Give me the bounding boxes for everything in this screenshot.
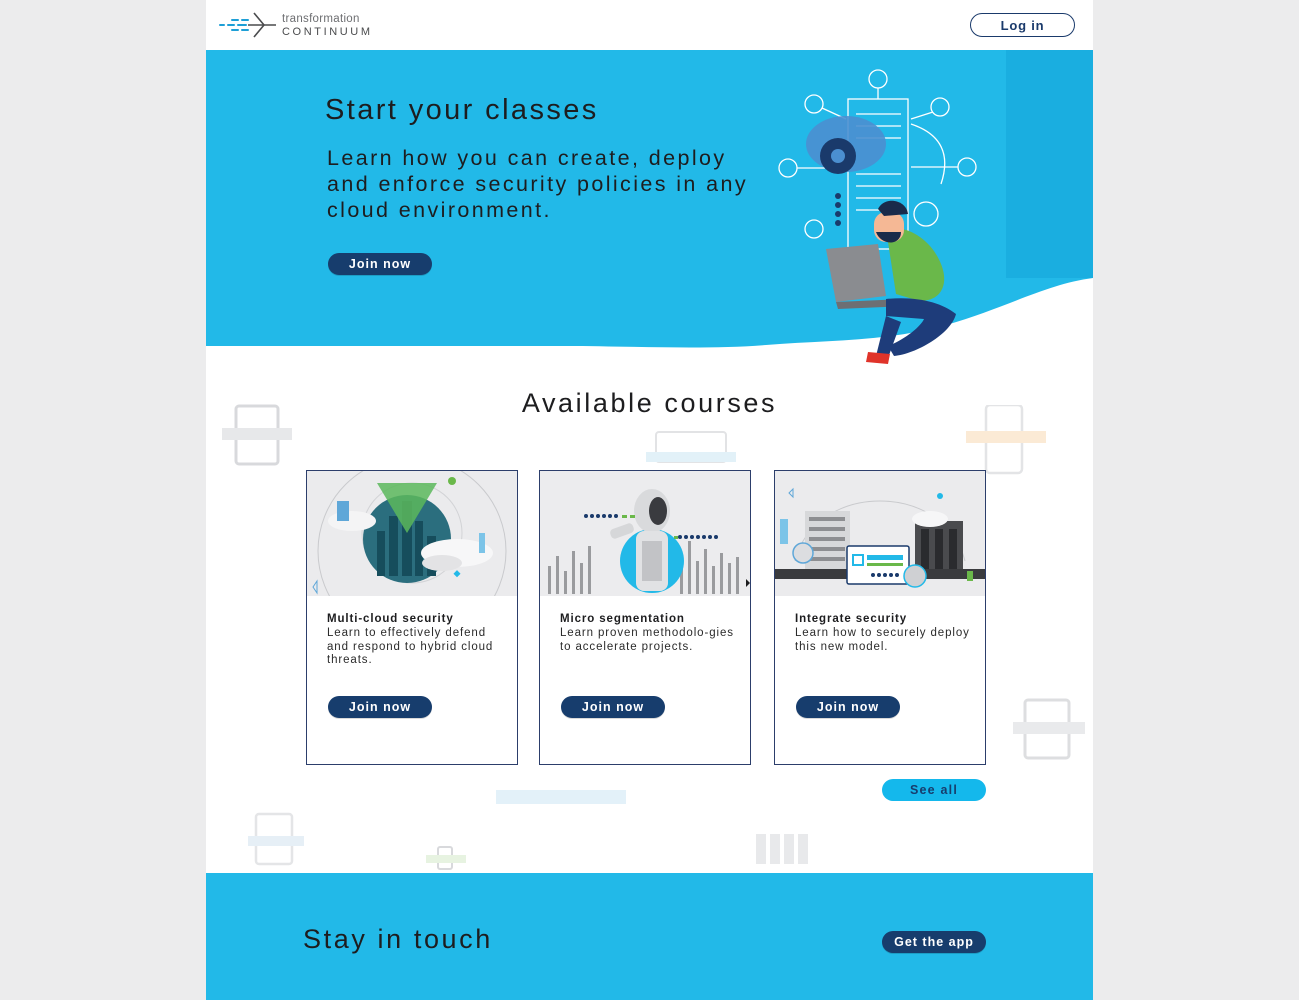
logo-plane-icon: [219, 12, 276, 38]
login-button[interactable]: Log in: [970, 13, 1075, 37]
decorative-phone-icon: [966, 405, 1046, 475]
course-join-button[interactable]: Join now: [328, 696, 432, 718]
hero-title: Start your classes: [325, 94, 599, 126]
decorative-bar-icon: [496, 790, 626, 804]
course-title: Integrate security: [795, 613, 908, 625]
course-card: Micro segmentation Learn proven methodol…: [539, 470, 751, 765]
get-the-app-button[interactable]: Get the app: [882, 931, 986, 953]
buildings-dashboard-image-icon: [775, 471, 985, 596]
see-all-button[interactable]: See all: [882, 779, 986, 801]
city-globe-clouds-image-icon: [307, 471, 517, 596]
logo-line-1: transformation: [282, 13, 360, 25]
course-image: [540, 471, 750, 596]
course-card: Multi-cloud security Learn to effectivel…: [306, 470, 518, 765]
logo-line-2: CONTINUUM: [282, 26, 373, 38]
course-join-button[interactable]: Join now: [796, 696, 900, 718]
course-title: Micro segmentation: [560, 613, 685, 625]
hero-join-button[interactable]: Join now: [328, 253, 432, 275]
decorative-tablet-icon: [1013, 698, 1085, 760]
course-card: Integrate security Learn how to securely…: [774, 470, 986, 765]
course-description: Learn proven methodolo-gies to accelerat…: [560, 627, 734, 653]
footer-section: Stay in touch Get the app: [206, 873, 1093, 1000]
header: transformation CONTINUUM Log in: [206, 0, 1093, 50]
hero-section: Start your classes Learn how you can cre…: [206, 50, 1093, 370]
course-description: Learn to effectively defend and respond …: [327, 627, 494, 666]
courses-title: Available courses: [521, 388, 778, 418]
decorative-screen-icon: [646, 431, 736, 463]
course-description: Learn how to securely deploy this new mo…: [795, 627, 970, 653]
decorative-phone-icon: [426, 846, 466, 870]
hero-text: Learn how you can create, deploy and enf…: [327, 146, 749, 222]
footer-title: Stay in touch: [303, 924, 493, 954]
decorative-grid-icon: [756, 834, 808, 864]
person-with-laptop-cloud-network-illustration-icon: [778, 69, 977, 364]
decorative-phone-icon: [248, 812, 304, 866]
course-title: Multi-cloud security: [327, 613, 454, 625]
robot-image-icon: [540, 471, 750, 596]
page: transformation CONTINUUM Log in Start yo…: [206, 0, 1093, 1000]
course-image: [775, 471, 985, 596]
course-image: [307, 471, 517, 596]
decorative-tablet-icon: [222, 404, 292, 466]
course-join-button[interactable]: Join now: [561, 696, 665, 718]
logo[interactable]: transformation CONTINUUM: [218, 10, 388, 40]
